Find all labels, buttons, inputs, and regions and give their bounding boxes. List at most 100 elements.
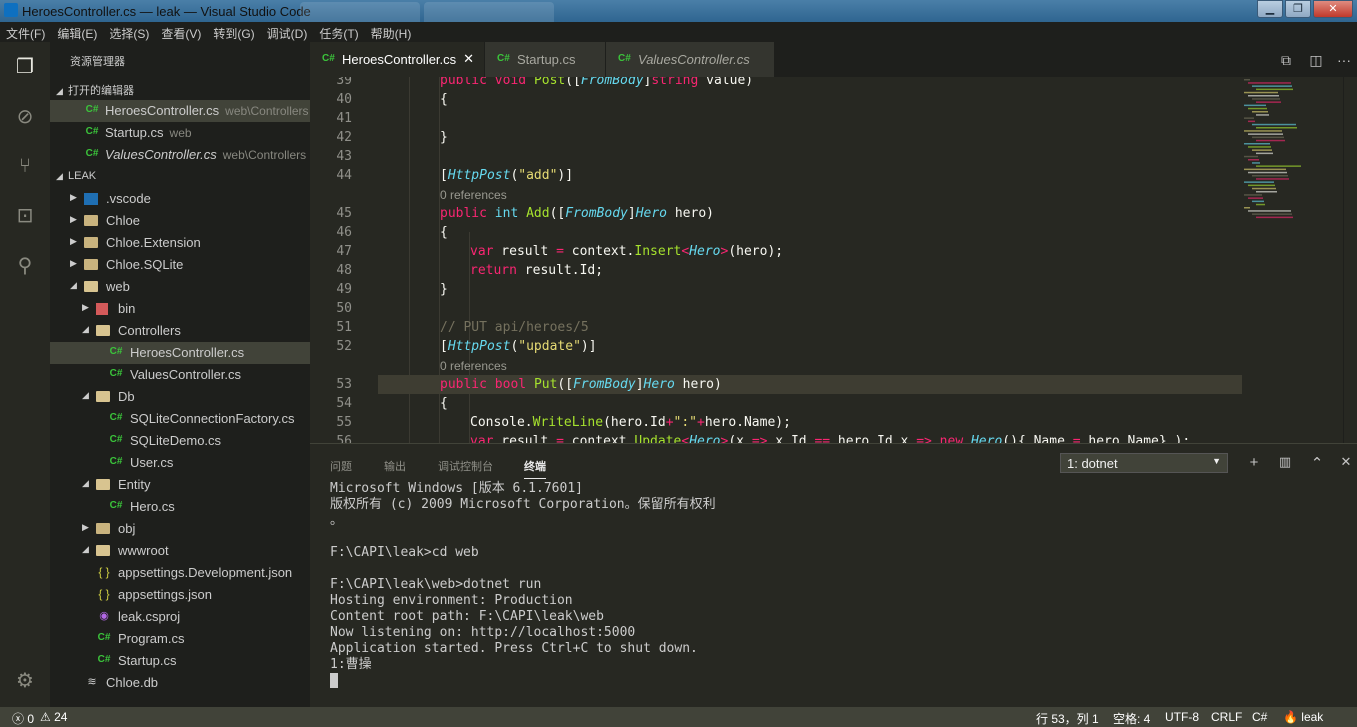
indentation[interactable]: 空格: 4: [1113, 710, 1150, 727]
tree-item[interactable]: C# HeroesController.cs: [50, 342, 310, 364]
tree-item[interactable]: C# SQLiteConnectionFactory.cs: [50, 408, 310, 430]
tree-item[interactable]: ▶ obj: [50, 518, 310, 540]
csharp-file-icon: C#: [109, 456, 123, 467]
tree-item[interactable]: ▶ Chloe.Extension: [50, 232, 310, 254]
line-ending[interactable]: CRLF: [1211, 710, 1242, 724]
menu-item[interactable]: 文件(F): [0, 22, 51, 42]
search-icon[interactable]: ⚲: [12, 253, 38, 279]
project-header[interactable]: ◢ LEAK: [50, 166, 310, 188]
minimap-line: [1248, 133, 1283, 135]
bottom-panel: 问题 输出 调试控制台 终端 1: dotnet ▼ + ▥ ⌃ ✕ Microsoft…: [310, 443, 1357, 707]
close-tab-icon[interactable]: ✕: [463, 51, 474, 67]
code-line: 53 public bool Put([FromBody]Hero hero): [310, 375, 1242, 394]
open-changes-icon[interactable]: ⧉: [1278, 52, 1294, 69]
editor-scrollbar[interactable]: [1343, 77, 1357, 443]
tree-item[interactable]: ◢ web: [50, 276, 310, 298]
project-indicator[interactable]: 🔥 leak: [1283, 710, 1323, 724]
tab-startup-cs[interactable]: C# Startup.cs: [485, 42, 605, 77]
tree-item[interactable]: ◢ wwwroot: [50, 540, 310, 562]
code-editor[interactable]: 39 public void Post([FromBody]string valu…: [310, 77, 1357, 443]
code-lens-references[interactable]: 0 references: [440, 356, 507, 375]
tree-item[interactable]: C# Program.cs: [50, 628, 310, 650]
panel-tab[interactable]: 输出: [384, 458, 406, 474]
language-mode[interactable]: C#: [1252, 710, 1267, 724]
minimap-line: [1248, 159, 1259, 161]
tree-item[interactable]: C# Startup.cs: [50, 650, 310, 672]
code-line: 48 return result.Id;: [310, 261, 1242, 280]
open-editor-item[interactable]: C# HeroesController.cs web\Controllers: [50, 100, 310, 122]
menu-item[interactable]: 查看(V): [155, 22, 207, 42]
line-number: 55: [336, 415, 352, 430]
minimap-line: [1244, 79, 1250, 81]
open-editor-item[interactable]: C# ValuesController.cs web\Controllers: [50, 144, 310, 166]
folder-open-icon: [96, 325, 110, 336]
tree-item[interactable]: ◢ Entity: [50, 474, 310, 496]
panel-tab[interactable]: 问题: [330, 458, 352, 474]
tree-item[interactable]: { } appsettings.json: [50, 584, 310, 606]
more-actions-icon[interactable]: ···: [1336, 52, 1352, 68]
tree-item[interactable]: C# Hero.cs: [50, 496, 310, 518]
tree-item[interactable]: C# ValuesController.cs: [50, 364, 310, 386]
minimap[interactable]: [1240, 77, 1340, 227]
code-line: 55 Console.WriteLine(hero.Id+":"+hero.Nam…: [310, 413, 1242, 432]
code-line: 39 public void Post([FromBody]string valu…: [310, 77, 1242, 90]
minimize-button[interactable]: ▁: [1257, 0, 1283, 18]
code-line: 54 {: [310, 394, 1242, 413]
menu-item[interactable]: 编辑(E): [51, 22, 103, 42]
tree-item[interactable]: ◢ Controllers: [50, 320, 310, 342]
code-lens-references[interactable]: 0 references: [440, 185, 507, 204]
terminal-line: Microsoft Windows [版本 6.1.7601]: [330, 481, 583, 496]
terminal-prompt[interactable]: [330, 673, 1340, 689]
tab-valuescontroller-cs[interactable]: C# ValuesController.cs: [606, 42, 774, 77]
file-path: web: [169, 126, 192, 140]
folder-icon: [96, 523, 110, 534]
chevron-down-icon: ◢: [82, 324, 89, 334]
extensions-icon[interactable]: ⊡: [12, 203, 38, 229]
terminal-line: 版权所有 (c) 2009 Microsoft Corporation。保留所有…: [330, 497, 716, 512]
code-line: 44 [HttpPost("add")]: [310, 166, 1242, 185]
gear-icon[interactable]: ⚙: [12, 668, 38, 694]
maximize-button[interactable]: ❐: [1285, 0, 1311, 18]
split-editor-icon[interactable]: ◫: [1308, 52, 1324, 69]
tree-item[interactable]: ▶ Chloe.SQLite: [50, 254, 310, 276]
open-editor-item[interactable]: C# Startup.cs web: [50, 122, 310, 144]
menu-item[interactable]: 帮助(H): [365, 22, 418, 42]
tree-item[interactable]: ▶ bin: [50, 298, 310, 320]
menu-item[interactable]: 调试(D): [261, 22, 314, 42]
menu-item[interactable]: 选择(S): [103, 22, 155, 42]
tree-item[interactable]: ◢ Db: [50, 386, 310, 408]
panel-tab[interactable]: 终端: [524, 458, 546, 479]
tree-item[interactable]: ◉ leak.csproj: [50, 606, 310, 628]
encoding[interactable]: UTF-8: [1165, 710, 1199, 724]
tree-item[interactable]: ▶ .vscode: [50, 188, 310, 210]
terminal-select[interactable]: 1: dotnet ▼: [1060, 453, 1228, 473]
open-editors-header[interactable]: ◢ 打开的编辑器: [50, 78, 310, 100]
menu-item[interactable]: 转到(G): [207, 22, 260, 42]
panel-tab[interactable]: 调试控制台: [438, 458, 493, 474]
tree-item[interactable]: C# SQLiteDemo.cs: [50, 430, 310, 452]
warning-count[interactable]: ⚠ 24: [40, 710, 67, 724]
tree-item[interactable]: C# User.cs: [50, 452, 310, 474]
file-name: Startup.cs: [105, 125, 164, 140]
error-count[interactable]: ⓧ 0: [12, 710, 34, 727]
tree-item[interactable]: { } appsettings.Development.json: [50, 562, 310, 584]
trash-icon[interactable]: ▥: [1276, 454, 1294, 470]
minimap-line: [1244, 143, 1270, 145]
tab-heroescontroller-cs[interactable]: C# HeroesController.cs ✕: [310, 42, 484, 77]
open-editor-label: Startup.cs web: [105, 125, 192, 140]
source-control-icon[interactable]: ⑂: [12, 153, 38, 179]
cursor-position[interactable]: 行 53，列 1: [1036, 710, 1099, 727]
close-panel-icon[interactable]: ✕: [1337, 454, 1355, 470]
menu-item[interactable]: 任务(T): [313, 22, 364, 42]
code-text: }: [440, 282, 448, 297]
tree-item[interactable]: ▶ Chloe: [50, 210, 310, 232]
code-line: 50: [310, 299, 1242, 318]
new-terminal-icon[interactable]: +: [1245, 454, 1263, 471]
close-window-button[interactable]: ✕: [1313, 0, 1353, 18]
maximize-panel-icon[interactable]: ⌃: [1308, 454, 1326, 472]
tree-item[interactable]: ≋ Chloe.db: [50, 672, 310, 694]
terminal-output[interactable]: Microsoft Windows [版本 6.1.7601] 版权所有 (c) …: [330, 481, 1340, 689]
terminal-line: Hosting environment: Production: [330, 593, 573, 608]
debug-icon[interactable]: ⊘: [12, 104, 38, 130]
explorer-icon[interactable]: ❐: [12, 54, 38, 80]
